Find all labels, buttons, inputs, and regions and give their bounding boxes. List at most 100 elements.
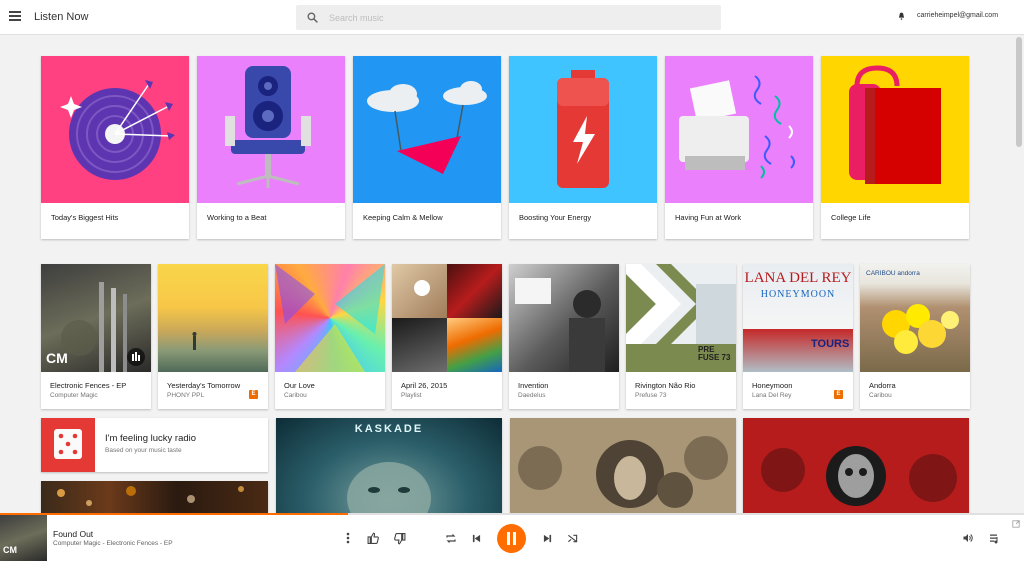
album-art-text: HONEYMOON [760, 289, 836, 300]
player-bar: CM Found Out Computer Magic - Electronic… [0, 515, 1024, 561]
now-playing-art-text: CM [3, 545, 17, 555]
repeat-icon[interactable] [445, 533, 457, 544]
album-artist[interactable]: Computer Magic [50, 392, 98, 399]
album-card-our-love[interactable]: Our Love Caribou [275, 264, 385, 409]
situation-card-boosting-your-energy[interactable]: Boosting Your Energy [509, 56, 657, 239]
featured-card-circles[interactable] [510, 418, 736, 513]
thumbs-up-icon[interactable] [367, 532, 380, 544]
album-art [509, 264, 619, 372]
lone-figure-icon [192, 332, 197, 350]
feeling-lucky-radio-card[interactable]: I'm feeling lucky radio Based on your mu… [41, 418, 268, 472]
play-pause-button[interactable] [497, 524, 526, 553]
skip-previous-icon[interactable] [472, 534, 481, 543]
account-email[interactable]: carrieheimpel@gmail.com [917, 12, 998, 19]
album-title[interactable]: April 26, 2015 [401, 381, 447, 390]
album-title[interactable]: Electronic Fences - EP [50, 381, 126, 390]
album-title[interactable]: Invention [518, 381, 548, 390]
battery-icon [557, 70, 609, 188]
situation-label: Today's Biggest Hits [51, 213, 119, 222]
main-content: Today's Biggest Hits Working to a Beat K… [0, 35, 1024, 513]
situation-art [509, 56, 657, 203]
situation-label: Having Fun at Work [675, 213, 742, 222]
speaker-chair-icon [225, 66, 311, 188]
album-card-honeymoon[interactable]: LANA DEL REY HONEYMOON TOURS Honeymoon L… [743, 264, 853, 409]
album-artist[interactable]: Playlist [401, 392, 422, 399]
top-app-bar: Listen Now carrieheimpel@gmail.com [0, 0, 1024, 35]
yellow-flowers-icon [882, 304, 959, 354]
album-art [158, 264, 268, 372]
album-title[interactable]: Andorra [869, 381, 896, 390]
notifications-icon[interactable] [898, 12, 905, 20]
situation-art [665, 56, 813, 203]
portrait-photo-icon [515, 278, 605, 372]
album-art-text: PRE FUSE 73 [698, 345, 731, 362]
situation-label: College Life [831, 213, 871, 222]
album-title[interactable]: Honeymoon [752, 381, 792, 390]
album-title[interactable]: Yesterday's Tomorrow [167, 381, 240, 390]
lucky-radio-subtitle: Based on your music taste [105, 447, 182, 454]
dice-icon [54, 429, 82, 459]
open-mini-player-icon[interactable] [1012, 520, 1020, 528]
situation-card-college-life[interactable]: College Life [821, 56, 969, 239]
scrollbar[interactable] [1016, 37, 1022, 147]
queue-icon[interactable] [989, 533, 1001, 544]
featured-card-red-skull[interactable] [743, 418, 969, 513]
album-art-text: TOURS [811, 338, 850, 350]
geometric-pattern-icon [275, 264, 385, 372]
now-playing-subtitle[interactable]: Computer Magic - Electronic Fences - EP [53, 540, 173, 547]
album-art: PRE FUSE 73 [626, 264, 736, 372]
hammock-clouds-icon [367, 81, 487, 174]
album-artist[interactable]: Daedelus [518, 392, 545, 399]
target-arrows-icon [60, 80, 175, 180]
album-artist[interactable]: Prefuse 73 [635, 392, 666, 399]
explicit-badge: E [249, 390, 258, 399]
album-card-yesterdays-tomorrow[interactable]: Yesterday's Tomorrow PHONY PPL E [158, 264, 268, 409]
equalizer-icon[interactable] [127, 348, 145, 366]
bokeh-lights-icon [57, 486, 244, 506]
pause-icon [507, 532, 516, 545]
situation-label: Keeping Calm & Mellow [363, 213, 443, 222]
album-art-text: LANA DEL REY [744, 270, 852, 286]
album-title[interactable]: Rivington Não Rio [635, 381, 695, 390]
search-input[interactable] [329, 9, 709, 26]
album-card-april-26-2015[interactable]: April 26, 2015 Playlist [392, 264, 502, 409]
featured-card-kaskade[interactable]: KASKADE [276, 418, 502, 513]
skull-collage-icon [743, 418, 969, 513]
album-card-bokeh[interactable] [41, 481, 268, 513]
album-card-invention[interactable]: Invention Daedelus [509, 264, 619, 409]
situation-art [353, 56, 501, 203]
search-box[interactable] [296, 5, 721, 30]
menu-icon[interactable] [9, 11, 21, 21]
search-icon[interactable] [306, 11, 319, 24]
album-art: CARIBOU andorra [860, 264, 970, 372]
printer-confetti-icon [679, 75, 795, 179]
album-artist[interactable]: Lana Del Rey [752, 392, 791, 399]
album-art: LANA DEL REY HONEYMOON TOURS [743, 264, 853, 372]
situation-card-working-to-a-beat[interactable]: Working to a Beat [197, 56, 345, 239]
shuffle-icon[interactable] [567, 533, 578, 544]
explicit-badge: E [834, 390, 843, 399]
thumbs-down-icon[interactable] [393, 533, 406, 545]
lucky-radio-title: I'm feeling lucky radio [105, 433, 197, 444]
situation-card-keeping-calm-mellow[interactable]: Keeping Calm & Mellow [353, 56, 501, 239]
situation-card-todays-biggest-hits[interactable]: Today's Biggest Hits [41, 56, 189, 239]
album-artist[interactable]: Caribou [869, 392, 892, 399]
album-artist[interactable]: PHONY PPL [167, 392, 204, 399]
album-art-text: CM [46, 350, 68, 366]
now-playing-title[interactable]: Found Out [53, 529, 93, 539]
situation-card-having-fun-at-work[interactable]: Having Fun at Work [665, 56, 813, 239]
album-card-rivington-nao-rio[interactable]: PRE FUSE 73 Rivington Não Rio Prefuse 73 [626, 264, 736, 409]
album-card-andorra[interactable]: CARIBOU andorra Andorra Caribou [860, 264, 970, 409]
album-artist[interactable]: Caribou [284, 392, 307, 399]
album-title[interactable]: Our Love [284, 381, 315, 390]
dice-art [41, 418, 95, 472]
featured-card-label: KASKADE [354, 423, 424, 435]
skip-next-icon[interactable] [543, 534, 552, 543]
now-playing-art[interactable]: CM [0, 515, 47, 561]
situation-art [41, 56, 189, 203]
volume-icon[interactable] [962, 532, 974, 544]
more-options-icon[interactable] [344, 532, 352, 544]
album-card-electronic-fences[interactable]: CM Electronic Fences - EP Computer Magic [41, 264, 151, 409]
circles-portrait-icon [518, 436, 728, 508]
backpack-book-icon [849, 65, 941, 184]
